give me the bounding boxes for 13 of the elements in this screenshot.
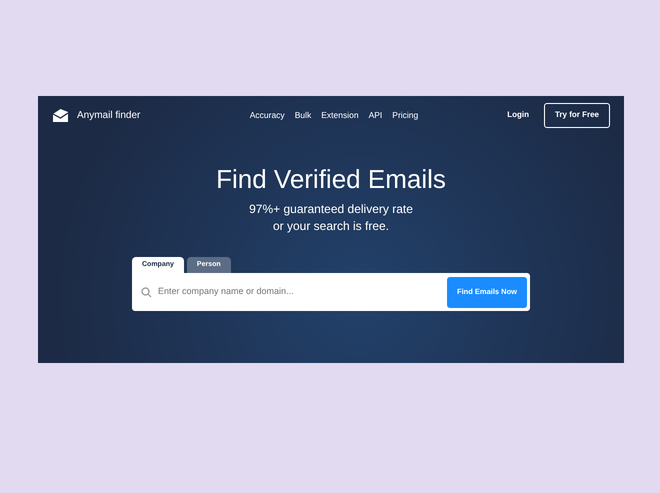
headline: Find Verified Emails [216,163,446,195]
nav-link[interactable]: Bulk [294,108,312,122]
brand-name[interactable]: Anymail finder [77,108,140,122]
nav-link[interactable]: API [368,108,382,122]
login-link[interactable]: Login [507,109,529,121]
subtitle-line: 97%+ guaranteed delivery rate [249,201,413,218]
nav-link[interactable]: Extension [321,108,359,122]
nav-link[interactable]: Pricing [392,108,418,122]
envelope-icon [52,108,69,122]
subtitle-line: or your search is free. [272,218,390,235]
nav-link[interactable]: Accuracy [250,108,285,122]
search-icon [141,286,152,298]
try-free-button[interactable]: Try for Free [544,102,610,128]
